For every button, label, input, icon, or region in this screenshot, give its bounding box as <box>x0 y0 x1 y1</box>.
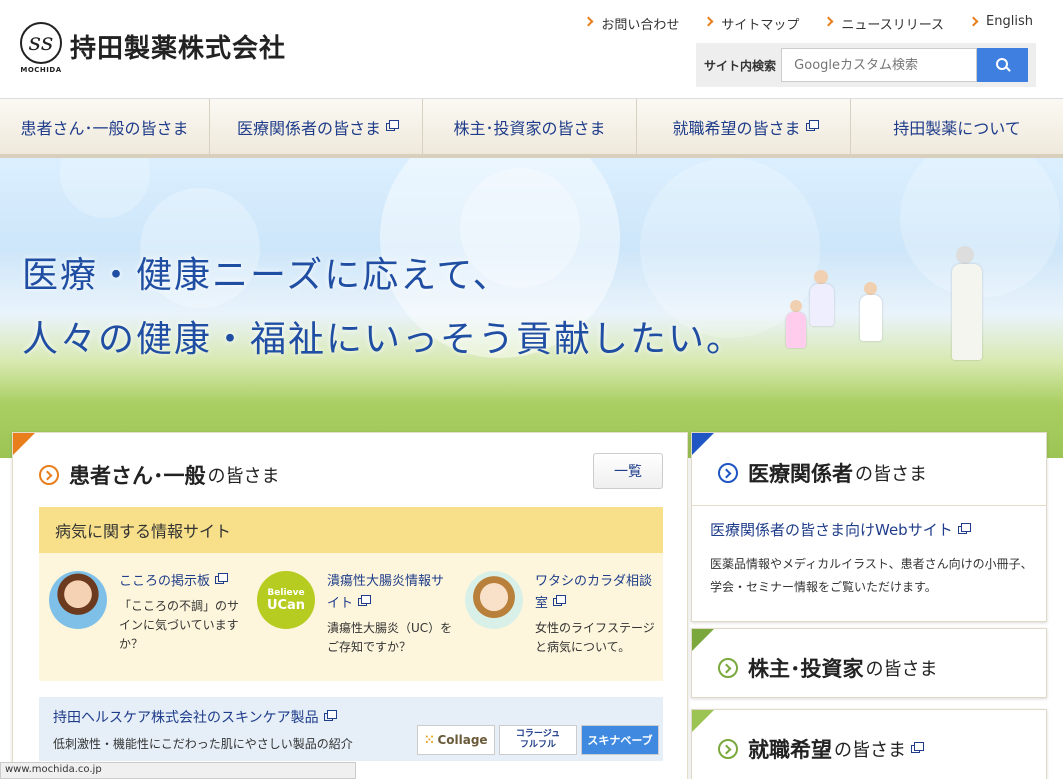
site-desc: 「こころの不調」のサインに気づいていますか？ <box>119 599 240 651</box>
title-small: の皆さま <box>865 659 938 680</box>
panel-corner <box>13 433 35 455</box>
list-button[interactable]: 一覧 <box>593 453 663 489</box>
title-bold: 患者さん･一般 <box>69 464 206 488</box>
nav-careers[interactable]: 就職希望の皆さま <box>637 99 851 155</box>
patients-panel: 患者さん･一般 の皆さま 一覧 病気に関する情報サイト こころの掲示板 「こころの… <box>12 432 688 779</box>
kokoro-avatar-icon <box>49 571 107 629</box>
hero-headline-line1: 医療・健康ニーズに応えて、 <box>22 255 511 296</box>
nav-label: 就職希望の皆さま <box>672 119 801 138</box>
external-link-icon <box>386 120 399 131</box>
external-link-icon <box>957 523 971 534</box>
panel-corner <box>692 710 714 732</box>
company-logo[interactable]: ss MOCHIDA 持田製薬株式会社 <box>18 22 286 74</box>
list-item: ワタシのカラダ相談室 女性のライフステージと病気について。 <box>455 553 663 681</box>
nav-medical[interactable]: 医療関係者の皆さま <box>210 99 423 155</box>
company-name: 持田製薬株式会社 <box>70 34 287 64</box>
nav-about[interactable]: 持田製薬について <box>851 99 1063 155</box>
ucan-logo-icon: Believe UCan <box>257 571 315 629</box>
external-link-icon <box>911 742 924 753</box>
title-bold: 就職希望 <box>748 738 832 762</box>
list-item: Believe UCan 潰瘍性大腸炎情報サイト 潰瘍性大腸炎（UC）をご存知です… <box>247 553 455 681</box>
medical-panel-title[interactable]: 医療関係者 の皆さま <box>718 458 927 488</box>
utility-links: お問い合わせ サイトマップ ニュースリリース English <box>585 14 1033 33</box>
header: ss MOCHIDA 持田製薬株式会社 お問い合わせ サイトマップ ニュースリリ… <box>0 0 1063 98</box>
skincare-box: 持田ヘルスケア株式会社のスキンケア製品 低刺激性・機能性にこだわった肌にやさしい… <box>39 697 663 761</box>
investors-panel-title[interactable]: 株主･投資家 の皆さま <box>718 653 938 683</box>
brand-skinababe[interactable]: スキナベーブ <box>581 725 659 755</box>
medical-panel: 医療関係者 の皆さま 医療関係者の皆さま向けWebサイト 医薬品情報やメディカルイ… <box>691 432 1047 622</box>
external-link-icon <box>805 120 819 131</box>
nav-patients[interactable]: 患者さん･一般の皆さま <box>0 99 210 155</box>
panel-corner <box>692 433 714 455</box>
nav-investors[interactable]: 株主･投資家の皆さま <box>423 99 637 155</box>
logo-small-text: MOCHIDA <box>20 66 62 74</box>
browser-status-bar: www.mochida.co.jp <box>0 762 356 779</box>
title-small: の皆さま <box>855 464 927 485</box>
site-link-kokoro[interactable]: こころの掲示板 <box>119 573 229 589</box>
site-desc: 女性のライフステージと病気について。 <box>535 621 655 654</box>
info-sites-list: こころの掲示板 「こころの不調」のサインに気づいていますか？ Believe UC… <box>39 553 663 681</box>
circle-arrow-icon <box>718 739 738 759</box>
list-item: こころの掲示板 「こころの不調」のサインに気づいていますか？ <box>39 553 247 681</box>
medical-web-link[interactable]: 医療関係者の皆さま向けWebサイト <box>710 519 971 540</box>
external-link-icon <box>358 595 372 606</box>
woman-avatar-icon <box>465 571 523 629</box>
medical-desc: 医薬品情報やメディカルイラスト、患者さん向けの小冊子、学会・セミナー情報をご覧い… <box>710 557 1033 594</box>
patients-panel-title[interactable]: 患者さん･一般 の皆さま <box>39 460 280 490</box>
nav-label: 医療関係者の皆さま <box>236 119 381 138</box>
careers-panel: 就職希望 の皆さま <box>691 709 1047 779</box>
circle-arrow-icon <box>718 658 738 678</box>
link-sitemap[interactable]: サイトマップ <box>705 14 799 33</box>
link-news-release[interactable]: ニュースリリース <box>825 14 944 33</box>
search-icon <box>995 58 1010 72</box>
link-english[interactable]: English <box>970 14 1033 33</box>
title-small: の皆さま <box>207 466 280 487</box>
link-contact[interactable]: お問い合わせ <box>585 14 679 33</box>
title-small: の皆さま <box>834 740 906 761</box>
nav-label: 株主･投資家の皆さま <box>453 119 606 138</box>
hero-headline-line2: 人々の健康・福祉にいっそう貢献したい。 <box>22 319 745 360</box>
nav-label: 持田製薬について <box>893 119 1021 138</box>
search-button[interactable] <box>977 48 1028 82</box>
info-sites-heading: 病気に関する情報サイト <box>39 507 663 553</box>
external-link-icon <box>553 595 567 606</box>
nav-label: 患者さん･一般の皆さま <box>20 119 189 138</box>
title-bold: 株主･投資家 <box>748 657 864 681</box>
title-bold: 医療関係者 <box>748 462 853 486</box>
site-link-uc[interactable]: 潰瘍性大腸炎情報サイト <box>327 574 444 611</box>
divider <box>692 505 1046 506</box>
site-desc: 潰瘍性大腸炎（UC）をご存知ですか？ <box>327 621 453 654</box>
investors-panel: 株主･投資家 の皆さま <box>691 628 1047 698</box>
careers-panel-title[interactable]: 就職希望 の皆さま <box>718 734 924 764</box>
circle-arrow-icon <box>39 465 59 485</box>
external-link-icon <box>215 573 229 584</box>
ucan-top-text: Believe <box>267 587 305 598</box>
search-input[interactable] <box>781 48 978 82</box>
ucan-bottom-text: UCan <box>266 597 306 613</box>
site-search: サイト内検索 <box>696 43 1036 87</box>
panel-corner <box>692 629 714 651</box>
skincare-link[interactable]: 持田ヘルスケア株式会社のスキンケア製品 <box>53 710 337 726</box>
global-nav: 患者さん･一般の皆さま 医療関係者の皆さま 株主･投資家の皆さま 就職希望の皆さ… <box>0 98 1063 158</box>
site-link-karada[interactable]: ワタシのカラダ相談室 <box>535 574 652 611</box>
circle-arrow-icon <box>718 463 738 483</box>
search-label: サイト内検索 <box>704 58 777 73</box>
brand-collage-furufuru[interactable]: コラージュ フルフル <box>499 725 577 755</box>
logo-mark-icon: ss MOCHIDA <box>18 22 64 74</box>
hero-banner: 医療・健康ニーズに応えて、 人々の健康・福祉にいっそう貢献したい。 <box>0 158 1063 458</box>
external-link-icon <box>323 710 337 721</box>
brand-collage[interactable]: ⁙ Collage <box>417 725 495 755</box>
